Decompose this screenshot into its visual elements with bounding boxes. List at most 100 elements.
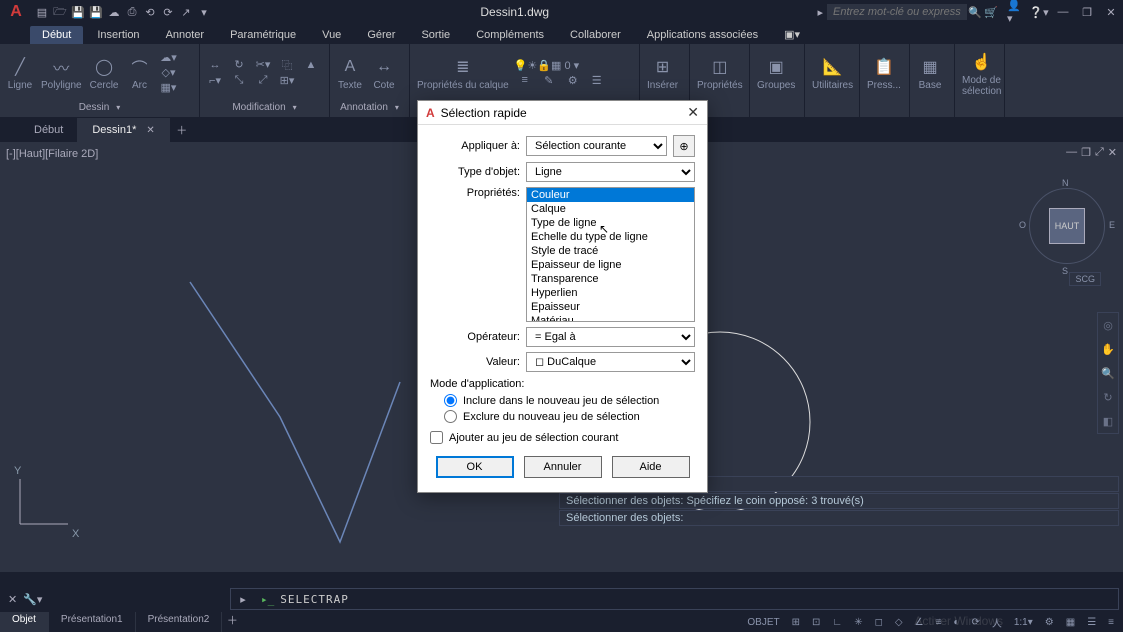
modify-copy[interactable]: ⿻ [276,58,298,72]
ribbon-tab-sortie[interactable]: Sortie [409,26,462,44]
qat-webmobile-icon[interactable]: ☁ [106,4,122,20]
compass-south[interactable]: S [1062,266,1068,276]
tool-circle[interactable]: ◯Cercle [87,53,122,92]
list-item[interactable]: Couleur [527,188,694,202]
account-icon[interactable]: 👤▾ [1007,4,1023,20]
panel-draw-label[interactable]: Dessin [4,99,195,115]
status-ortho-icon[interactable]: ∟ [829,617,845,628]
status-scale-icon[interactable]: 1:1▾ [1011,617,1036,628]
cmd-toggle-icon[interactable]: ▸ [231,593,255,606]
layer-props[interactable]: ≣Propriétés du calque [414,53,512,92]
file-tab-add[interactable]: ＋ [170,118,194,142]
status-snap-icon[interactable]: ⊡ [809,617,823,628]
ribbon-tab-apps[interactable]: Applications associées [635,26,770,44]
panel-annotate-label[interactable]: Annotation [334,99,405,115]
select-apply-to[interactable]: Sélection courante [526,136,667,156]
list-item[interactable]: Type de ligne [527,216,694,230]
cart-icon[interactable]: 🛒 [983,4,999,20]
file-tab-dessin1[interactable]: Dessin1*✕ [78,118,169,142]
minimize-button[interactable]: — [1055,4,1071,20]
qat-redo-icon[interactable]: ⟳ [160,4,176,20]
list-item[interactable]: Calque [527,202,694,216]
checkbox-append[interactable]: Ajouter au jeu de sélection courant [430,431,695,444]
pick-objects-button[interactable]: ⊕ [673,135,695,157]
select-object-type[interactable]: Ligne [526,162,695,182]
help-icon[interactable]: ❔▾ [1031,4,1047,20]
draw-extra-3[interactable]: ▦▾ [158,81,180,95]
ribbon-tab-insertion[interactable]: Insertion [85,26,151,44]
qat-open-icon[interactable]: 🗁 [52,4,68,20]
tool-groups[interactable]: ▣Groupes [754,53,798,92]
ribbon-tab-debut[interactable]: Début [30,26,83,44]
tool-base[interactable]: ▦Base [914,53,946,92]
ok-button[interactable]: OK [436,456,514,478]
panel-modify-label[interactable]: Modification [204,99,325,115]
status-otrack-icon[interactable]: ∠ [912,617,927,628]
status-lwt-icon[interactable]: ≡ [933,617,945,628]
qat-saveas-icon[interactable]: 💾 [88,4,104,20]
layer-ico-3[interactable]: ⚙ [562,73,584,87]
ribbon-tab-gerer[interactable]: Gérer [355,26,407,44]
modify-array[interactable]: ⊞▾ [276,74,298,88]
qat-dropdown-icon[interactable]: ▾ [196,4,212,20]
cancel-button[interactable]: Annuler [524,456,602,478]
tool-polyline[interactable]: 〰Polyligne [38,53,85,92]
status-osnap-icon[interactable]: ◻ [872,617,886,628]
ribbon-tab-extra[interactable]: ▣▾ [772,25,812,44]
ribbon-tab-parametrique[interactable]: Paramétrique [218,26,308,44]
qat-new-icon[interactable]: ▤ [34,4,50,20]
tool-text[interactable]: ATexte [334,53,366,92]
layer-ico-2[interactable]: ✎ [538,73,560,87]
compass-north[interactable]: N [1062,178,1069,188]
dialog-close-button[interactable]: ✕ [687,104,699,121]
status-grid-icon[interactable]: ⊞ [789,617,803,628]
compass-west[interactable]: O [1019,220,1026,230]
file-tab-close-icon[interactable]: ✕ [146,125,154,136]
list-item[interactable]: Epaisseur [527,300,694,314]
radio-include[interactable]: Inclure dans le nouveau jeu de sélection [444,394,695,407]
list-item[interactable]: Transparence [527,272,694,286]
nav-zoom-icon[interactable]: 🔍 [1098,361,1118,385]
layout-tab-p2[interactable]: Présentation2 [136,612,223,632]
select-operator[interactable]: = Egal à [526,327,695,347]
app-logo[interactable]: A [4,0,28,24]
qat-plot-icon[interactable]: ⎙ [124,4,140,20]
status-polar-icon[interactable]: ✳ [851,617,865,628]
status-mode[interactable]: OBJET [744,617,782,628]
status-3dosnap-icon[interactable]: ◇ [892,617,906,628]
ribbon-tab-vue[interactable]: Vue [310,26,353,44]
tool-selmode[interactable]: ☝Mode de sélection [959,48,1004,98]
list-item[interactable]: Style de tracé [527,244,694,258]
status-custom-icon[interactable]: ≡ [1105,617,1117,628]
radio-exclude[interactable]: Exclure du nouveau jeu de sélection [444,410,695,423]
layout-tab-objet[interactable]: Objet [0,612,49,632]
command-line[interactable]: ▸ ▸_ [230,588,1119,610]
tool-dim[interactable]: ↔Cote [368,53,400,92]
viewcube-face[interactable]: HAUT [1049,208,1085,244]
modify-trim[interactable]: ✂▾ [252,58,274,72]
status-cycle-icon[interactable]: ⟳ [968,617,982,628]
status-transp-icon[interactable]: ◐ [950,617,962,628]
status-iso-icon[interactable]: ▦ [1063,617,1078,628]
layer-combo[interactable]: 💡☀🔒▦ 0 ▾ [514,58,635,72]
nav-wheel-icon[interactable]: ◎ [1098,313,1118,337]
modify-rotate[interactable]: ↻ [228,58,250,72]
select-value[interactable]: ◻ DuCalque [526,352,695,372]
modify-fillet[interactable]: ⌐▾ [204,74,226,88]
help-search-input[interactable] [827,4,967,20]
modify-scale[interactable]: ⤢ [252,74,274,88]
file-tab-start[interactable]: Début [20,118,78,142]
search-icon[interactable]: 🔍 [967,4,983,20]
tool-props[interactable]: ◫Propriétés [694,53,746,92]
modify-mirror[interactable]: ▲ [300,58,322,72]
tool-utils[interactable]: 📐Utilitaires [809,53,856,92]
command-input[interactable] [280,593,1118,606]
nav-show-icon[interactable]: ◧ [1098,409,1118,433]
viewcube-scg[interactable]: SCG [1069,272,1101,286]
list-item[interactable]: Echelle du type de ligne [527,230,694,244]
ribbon-tab-annoter[interactable]: Annoter [154,26,217,44]
layer-ico-1[interactable]: ≡ [514,73,536,87]
tool-clip[interactable]: 📋Press... [864,53,904,92]
status-anno-icon[interactable]: 人 [989,615,1005,630]
nav-orbit-icon[interactable]: ↻ [1098,385,1118,409]
